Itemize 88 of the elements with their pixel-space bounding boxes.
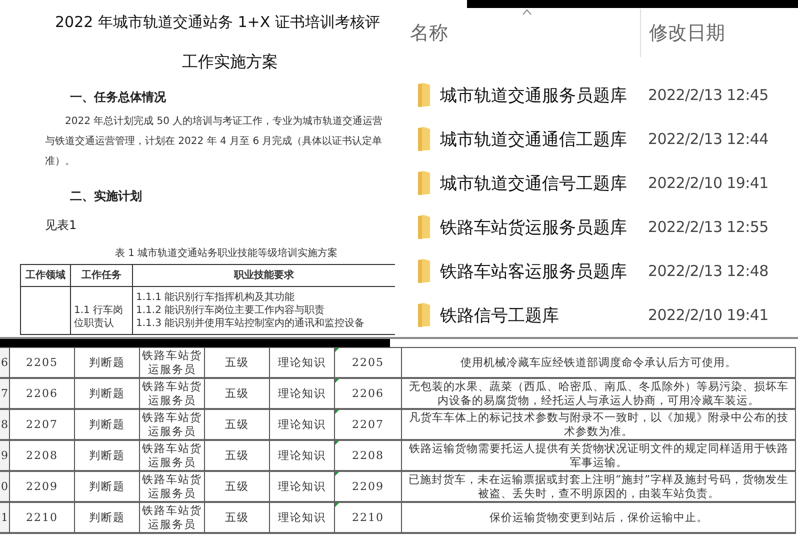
skill-line: 1.1.2 能识别行车岗位主要工作内容与职责	[136, 304, 325, 317]
folder-icon	[417, 214, 431, 240]
row-number: 0	[0, 472, 10, 503]
table-cell: 理论知识	[270, 503, 335, 534]
table-cell: 判断题	[75, 379, 140, 410]
table-cell: 判断题	[75, 503, 140, 534]
error-indicator-icon	[335, 503, 339, 507]
table-cell: 无包装的水果、蔬菜（西瓜、哈密瓜、南瓜、冬瓜除外）等易污染、损坏车内设备的易腐货物，经托运人与承运人协商，可用冷藏车装运。	[402, 379, 796, 410]
table-cell: 2205	[10, 348, 75, 379]
table-cell: 铁路车站货运服务员	[140, 410, 205, 441]
folder-name[interactable]: 铁路车站客运服务员题库	[440, 260, 627, 282]
table-cell: 2208	[10, 441, 75, 472]
table-cell: 判断题	[75, 410, 140, 441]
paragraph-line: 2022 年总计划完成 50 人的培训与考证工作，专业为城市轨道交通运营	[64, 114, 384, 129]
modified-date: 2022/2/10 19:41	[647, 174, 770, 192]
table-cell: 理论知识	[270, 379, 335, 410]
column-header[interactable]: 修改日期	[640, 9, 798, 57]
modified-date: 2022/2/13 12:48	[647, 262, 770, 280]
table-cell: 判断题	[75, 472, 140, 503]
table-cell: 1.1 行车岗位职责认	[71, 287, 133, 335]
table-cell: 铁路车站货运服务员	[140, 503, 205, 534]
table-cell: 理论知识	[270, 348, 335, 379]
table-cell: 理论知识	[270, 410, 335, 441]
modified-date: 2022/2/13 12:55	[647, 218, 770, 236]
table-cell: 铁路运输货物需要托运人提供有关货物状况证明文件的规定同样适用于铁路军事运输。	[402, 441, 796, 472]
modified-date: 2022/2/13 12:44	[647, 130, 770, 148]
table-cell: 铁路车站货运服务员	[140, 472, 205, 503]
folder-icon	[417, 126, 431, 152]
table-cell: 五级	[205, 472, 270, 503]
table-cell: 理论知识	[270, 472, 335, 503]
paragraph-line: 与铁道交通运营管理，计划在 2022 年 4 月至 6 月完成（具体以证书认定单	[45, 134, 384, 149]
table-reference: 见表1	[45, 217, 78, 234]
error-indicator-icon	[335, 441, 339, 445]
column-header[interactable]: 名称	[395, 9, 640, 57]
folder-name[interactable]: 铁路车站货运服务员题库	[440, 216, 627, 238]
error-indicator-icon	[335, 472, 339, 476]
section-heading: 二、实施计划	[70, 188, 143, 205]
modified-date: 2022/2/13 12:45	[647, 86, 770, 104]
error-indicator-icon	[335, 410, 339, 414]
folder-name[interactable]: 城市轨道交通通信工题库	[440, 128, 627, 150]
paragraph-line: 准）。	[45, 154, 76, 169]
folder-name[interactable]: 城市轨道交通信号工题库	[440, 172, 627, 194]
table-cell: 2209	[335, 472, 402, 503]
folder-name[interactable]: 城市轨道交通服务员题库	[440, 84, 627, 106]
row-number: 7	[0, 379, 10, 410]
row-number: 6	[0, 348, 10, 379]
table-cell: 铁路车站货运服务员	[140, 348, 205, 379]
modified-date: 2022/2/10 19:41	[647, 306, 770, 324]
error-indicator-icon	[335, 379, 339, 383]
table-cell: 2206	[335, 379, 402, 410]
folder-icon	[417, 82, 431, 108]
document-title: 2022 年城市轨道交通站务 1+X 证书培训考核评	[55, 13, 381, 32]
folder-name[interactable]: 铁路信号工题库	[440, 304, 559, 326]
table-cell: 理论知识	[270, 441, 335, 472]
row-number: 8	[0, 410, 10, 441]
table-cell: 五级	[205, 503, 270, 534]
table-cell: 2207	[335, 410, 402, 441]
column-header: 工作任务	[71, 265, 133, 287]
table-cell: 判断题	[75, 348, 140, 379]
table-cell: 2210	[335, 503, 402, 534]
table-cell: 五级	[205, 379, 270, 410]
folder-icon	[417, 258, 431, 284]
table-cell: 五级	[205, 348, 270, 379]
table-cell: 铁路车站货运服务员	[140, 441, 205, 472]
table-cell: 五级	[205, 441, 270, 472]
skill-line: 1.1.3 能识别并使用车站控制室内的通讯和监控设备	[136, 317, 365, 330]
table-cell: 已施封货车，未在运输票据或封套上注明“施封”字样及施封号码，货物发生被盗、丢失时，查不明原因的，由装车站负责。	[402, 472, 796, 503]
table-cell: 2209	[10, 472, 75, 503]
row-number: 1	[0, 503, 10, 534]
table-caption: 表 1 城市轨道交通站务职业技能等级培训实施方案	[115, 246, 339, 260]
table-cell: 保价运输货物变更到站后，保价运输中止。	[402, 503, 796, 534]
table-cell: 2207	[10, 410, 75, 441]
column-header: 工作领域	[21, 265, 71, 287]
table-cell: 2208	[335, 441, 402, 472]
table-cell: 2205	[335, 348, 402, 379]
table-cell: 凡货车车体上的标记技术参数与附录不一致时，以《加规》附录中公布的技术参数为准。	[402, 410, 796, 441]
row-number: 9	[0, 441, 10, 472]
table-cell: 判断题	[75, 441, 140, 472]
table-cell: 五级	[205, 410, 270, 441]
table-cell: 2210	[10, 503, 75, 534]
table-cell: 2206	[10, 379, 75, 410]
table-cell: 使用机械冷藏车应经铁道部调度命令承认后方可使用。	[402, 348, 796, 379]
folder-icon	[417, 302, 431, 328]
folder-icon	[417, 170, 431, 196]
section-heading: 一、任务总体情况	[70, 89, 167, 106]
document-subtitle: 工作实施方案	[182, 52, 279, 73]
skill-line: 1.1.1 能识别行车指挥机构及其功能	[136, 291, 295, 304]
table-cell: 铁路车站货运服务员	[140, 379, 205, 410]
